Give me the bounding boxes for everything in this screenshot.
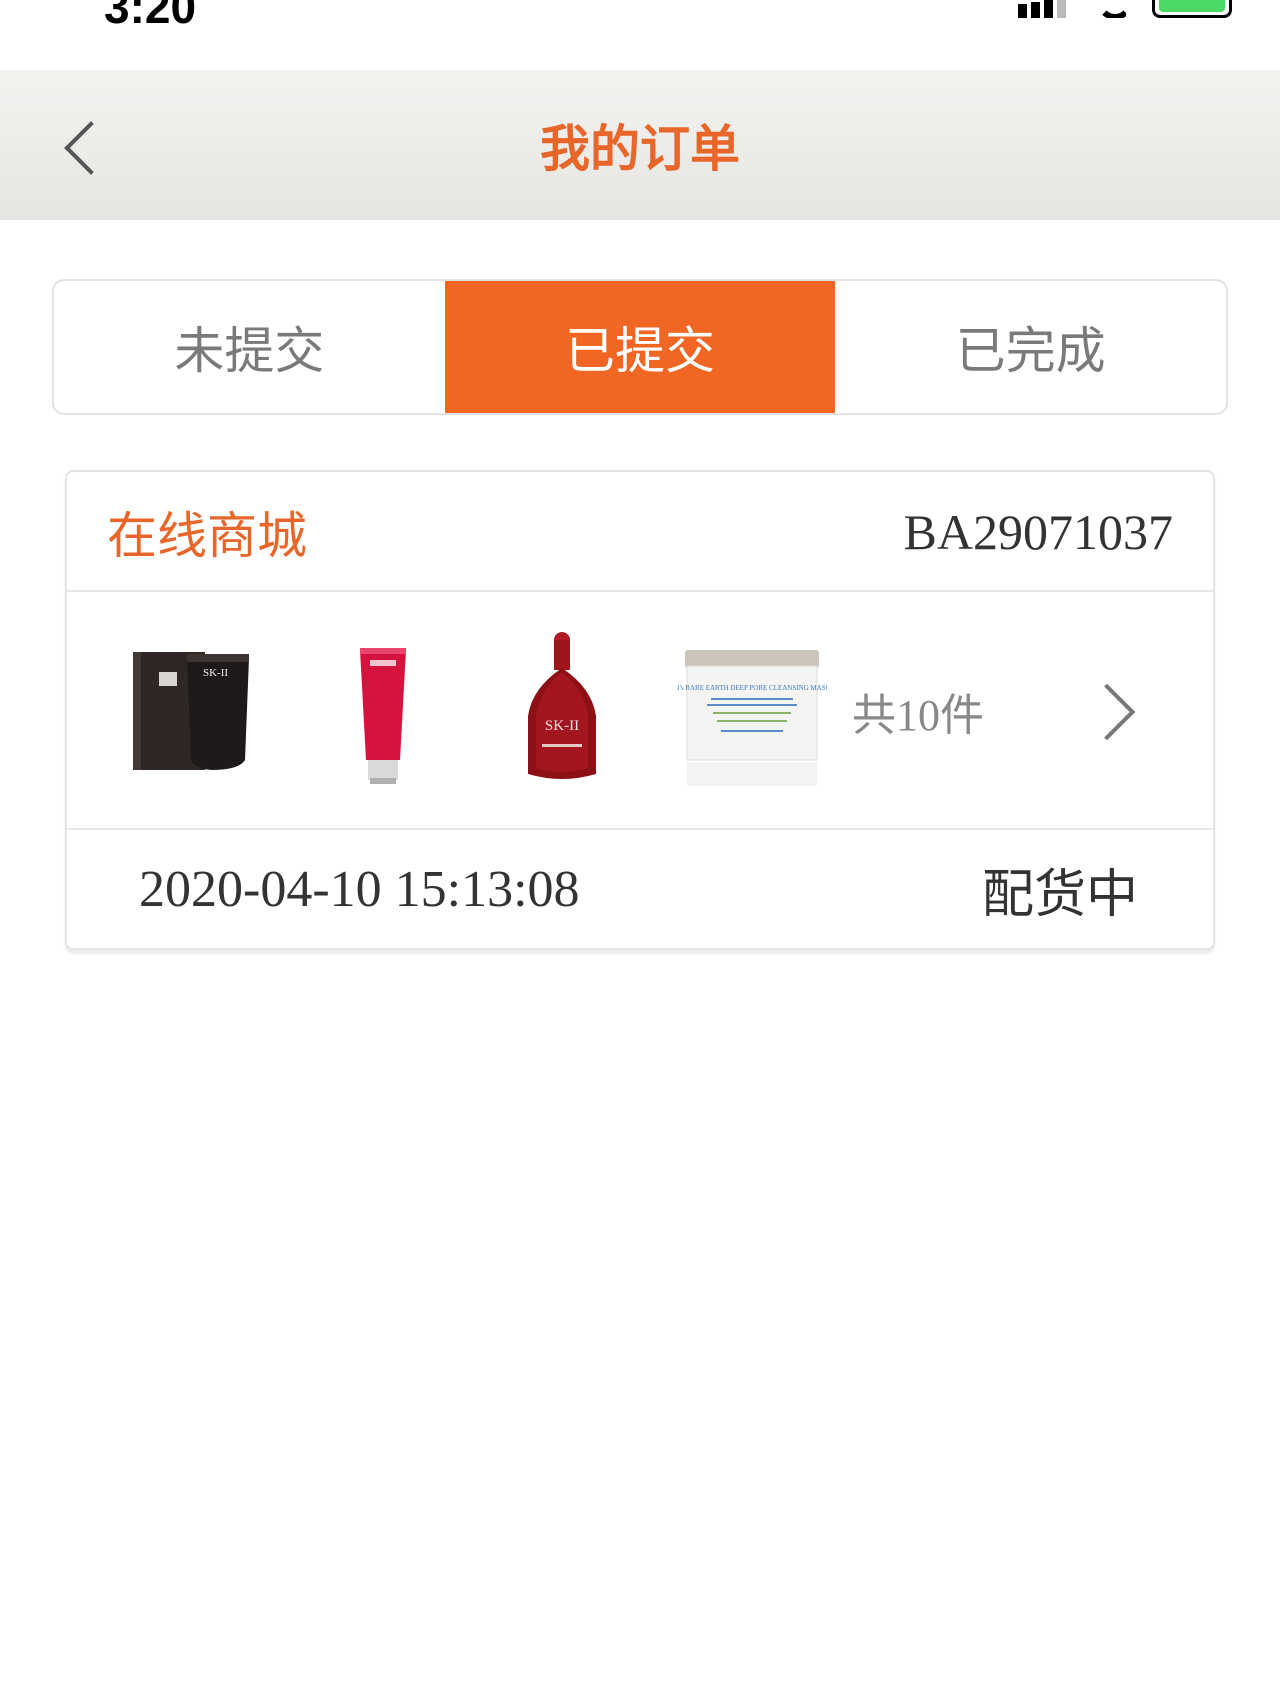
tab-completed[interactable]: 已完成 xyxy=(835,281,1226,413)
order-tabs: 未提交 已提交 已完成 xyxy=(52,279,1228,415)
sk2-serum-bottle-product: SK-II xyxy=(492,632,632,792)
sk2-cleanser-box-product: SK-II xyxy=(127,632,267,792)
status-time: 3:20 xyxy=(104,0,197,33)
item-count: 共10件 xyxy=(852,691,984,740)
order-card-header: 在线商城 BA29071037 xyxy=(67,472,1213,592)
back-icon[interactable] xyxy=(60,125,100,165)
status-bar: 3:20 xyxy=(0,0,1280,70)
status-icons xyxy=(1018,0,1232,20)
tab-submitted[interactable]: 已提交 xyxy=(444,281,836,413)
kiehls-label-text: Kiehl's RARE EARTH DEEP PORE CLEANSING M… xyxy=(677,684,827,692)
order-number: BA29071037 xyxy=(903,504,1173,560)
order-card-footer: 2020-04-10 15:13:08 配货中 xyxy=(67,830,1213,948)
battery-icon xyxy=(1152,0,1232,18)
signal-icon xyxy=(1018,0,1066,18)
shop-name: 在线商城 xyxy=(107,507,307,565)
wifi-icon xyxy=(1092,0,1126,18)
chevron-right-icon[interactable] xyxy=(1095,688,1135,728)
tab-unsubmitted[interactable]: 未提交 xyxy=(54,281,445,413)
order-card[interactable]: 在线商城 BA29071037 SK-II SK-II l's RARE EAR… xyxy=(65,470,1215,950)
nav-bar: 我的订单 xyxy=(0,70,1280,220)
page-title: 我的订单 xyxy=(540,120,740,178)
sk2-serum-logo-text: SK-II xyxy=(545,718,579,734)
order-products-row[interactable]: SK-II SK-II l's RARE EARTH DEEP PORE CLE… xyxy=(67,592,1213,830)
red-tube-product xyxy=(312,632,452,792)
sk2-logo-text: SK-II xyxy=(203,667,228,679)
order-time: 2020-04-10 15:13:08 xyxy=(139,860,580,918)
kiehls-jar-product: Kiehl's RARE EARTH DEEP PORE CLEANSING M… xyxy=(664,632,840,792)
order-status: 配货中 xyxy=(981,864,1138,925)
